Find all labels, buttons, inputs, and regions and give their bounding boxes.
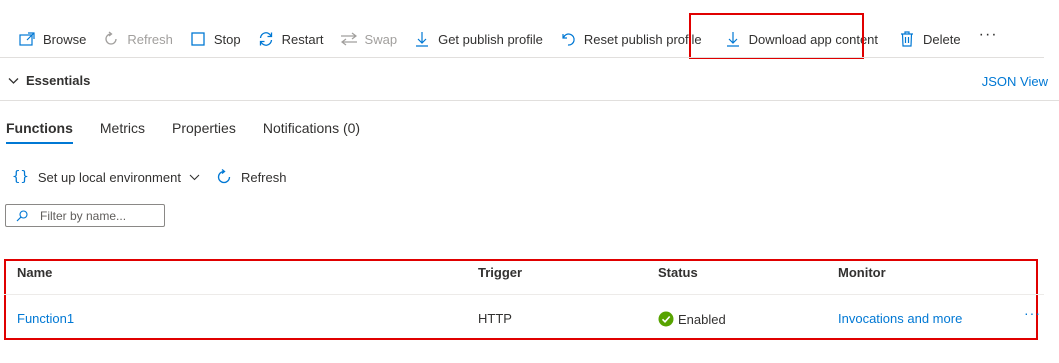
- column-header-trigger[interactable]: Trigger: [478, 265, 522, 280]
- get-publish-profile-button[interactable]: Get publish profile: [405, 20, 551, 58]
- refresh-button[interactable]: Refresh: [94, 20, 181, 58]
- filter-box: [5, 204, 165, 227]
- tab-metrics[interactable]: Metrics: [100, 120, 145, 144]
- setup-local-environment-label: Set up local environment: [37, 169, 181, 185]
- trigger-cell: HTTP: [478, 311, 512, 326]
- column-header-status[interactable]: Status: [658, 265, 698, 280]
- chevron-down-icon: [8, 77, 19, 84]
- braces-icon: {}: [12, 169, 29, 185]
- get-publish-profile-label: Get publish profile: [438, 31, 543, 47]
- functions-toolbar: {} Set up local environment Refresh: [12, 166, 302, 188]
- reset-publish-profile-button[interactable]: Reset publish profile: [551, 20, 710, 58]
- tab-functions[interactable]: Functions: [6, 120, 73, 144]
- json-view-link[interactable]: JSON View: [982, 74, 1048, 89]
- refresh-icon: [102, 30, 120, 48]
- functions-refresh-label: Refresh: [240, 169, 287, 185]
- swap-icon: [340, 30, 358, 48]
- essentials-label: Essentials: [26, 73, 91, 88]
- trash-icon: [898, 30, 916, 48]
- column-header-monitor[interactable]: Monitor: [838, 265, 886, 280]
- filter-input[interactable]: [40, 208, 160, 223]
- restart-button[interactable]: Restart: [249, 20, 332, 58]
- function-name-link[interactable]: Function1: [17, 311, 74, 326]
- download-icon: [413, 30, 431, 48]
- tab-notifications[interactable]: Notifications (0): [263, 120, 360, 144]
- undo-icon: [559, 30, 577, 48]
- browse-label: Browse: [43, 31, 87, 47]
- reset-publish-profile-label: Reset publish profile: [583, 31, 702, 47]
- highlight-box-download: [689, 13, 864, 59]
- functions-refresh-button[interactable]: Refresh: [216, 169, 287, 185]
- more-icon[interactable]: ···: [969, 26, 1008, 44]
- stop-label: Stop: [213, 31, 241, 47]
- tab-properties[interactable]: Properties: [172, 120, 236, 144]
- stop-button[interactable]: Stop: [181, 20, 249, 58]
- refresh-icon: [216, 169, 232, 185]
- toolbar-divider: [0, 57, 1044, 58]
- tab-bar: Functions Metrics Properties Notificatio…: [6, 120, 387, 144]
- chevron-down-icon: [189, 174, 200, 180]
- delete-label: Delete: [923, 31, 961, 47]
- stop-icon: [189, 30, 207, 48]
- check-circle-icon: [658, 311, 674, 327]
- restart-icon: [257, 30, 275, 48]
- table-header-divider: [4, 294, 1044, 295]
- invocations-link[interactable]: Invocations and more: [838, 311, 962, 326]
- status-cell: Enabled: [658, 311, 726, 327]
- status-label: Enabled: [678, 311, 726, 327]
- browse-icon: [18, 30, 36, 48]
- search-icon: [16, 209, 28, 221]
- setup-local-environment-button[interactable]: {} Set up local environment: [12, 169, 200, 185]
- restart-label: Restart: [281, 31, 324, 47]
- swap-label: Swap: [364, 31, 398, 47]
- refresh-label: Refresh: [127, 31, 173, 47]
- swap-button[interactable]: Swap: [332, 20, 406, 58]
- essentials-divider: [0, 100, 1059, 101]
- row-more-icon[interactable]: ···: [1024, 305, 1041, 321]
- command-bar: Browse Refresh Stop Restart Swap Get pub…: [0, 20, 1059, 58]
- essentials-toggle[interactable]: Essentials: [8, 73, 90, 88]
- browse-button[interactable]: Browse: [10, 20, 94, 58]
- delete-button[interactable]: Delete: [890, 20, 969, 58]
- column-header-name[interactable]: Name: [17, 265, 52, 280]
